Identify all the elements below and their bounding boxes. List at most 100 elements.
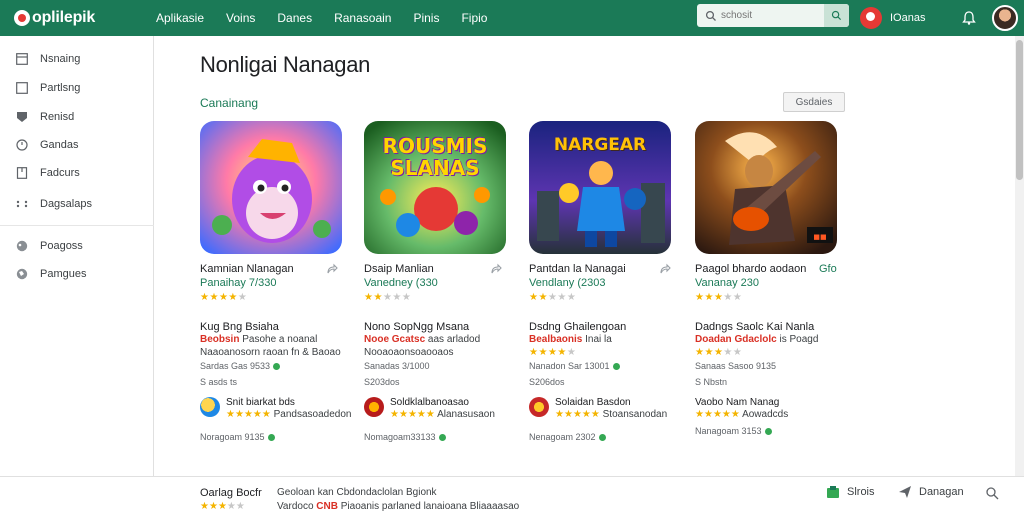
send-icon bbox=[899, 486, 911, 498]
app-thumbnail[interactable]: NARGEAR bbox=[529, 121, 671, 254]
meta-text: Nanagoam 3153 bbox=[695, 426, 762, 436]
sub-text: Stoansanodan bbox=[602, 409, 668, 420]
tag-line: Bealbaonis Inai la bbox=[529, 334, 612, 345]
star-icon: ★ bbox=[713, 292, 724, 303]
meta-text: Noragoam 9135 bbox=[200, 432, 265, 442]
meta-line: S206dos bbox=[529, 377, 565, 387]
app-title[interactable]: Pantdan la Nanagai bbox=[529, 263, 626, 275]
sidebar-item-nsnaing[interactable]: Nsnaing bbox=[16, 51, 80, 67]
meta-line: Nenagoam 2302 bbox=[529, 432, 606, 442]
star-icon: ★ bbox=[226, 501, 236, 512]
square-icon bbox=[16, 82, 28, 94]
app-card[interactable]: NARGEAR Pantdan la Nanagai Vendlany (230… bbox=[529, 121, 679, 451]
sub-item[interactable]: Soldklalbanoasao ★★★★★ Alanasusaon bbox=[364, 397, 495, 421]
sidebar-item-label: Renisd bbox=[40, 111, 75, 123]
star-icon: ★ bbox=[730, 409, 740, 420]
guitarist-art: ■■ bbox=[695, 121, 837, 254]
app-title[interactable]: Kamnian Nlanagan bbox=[200, 263, 294, 275]
tag-line: Doadan Gdaclolc is Poagd bbox=[695, 334, 818, 345]
sidebar-item-partlsng[interactable]: Partlsng bbox=[16, 80, 80, 96]
sub-text: Aowadcds bbox=[742, 409, 789, 420]
nav-item[interactable]: Voins bbox=[226, 11, 255, 25]
sub-title: Vaobo Nam Nanag bbox=[695, 397, 780, 408]
status-dot-icon bbox=[273, 363, 281, 371]
star-icon: ★ bbox=[723, 347, 733, 358]
star-icon: ★ bbox=[392, 292, 402, 303]
bottom-bar: Oarlag Bocfr Geoloan kan Cbdondaclolan B… bbox=[0, 476, 1024, 512]
sidebar-item-dagsalaps[interactable]: Dagsalaps bbox=[16, 196, 92, 212]
sidebar-item-fadcurs[interactable]: Fadcurs bbox=[16, 165, 80, 181]
app-card[interactable]: Kamnian Nlanagan Panaihay 7/330 ★★★★★ Ku… bbox=[200, 121, 351, 451]
app-logo[interactable]: oplilepik bbox=[14, 9, 134, 27]
document-icon bbox=[16, 167, 28, 179]
app-thumbnail[interactable] bbox=[200, 121, 342, 254]
logo-text: oplilepik bbox=[32, 9, 96, 26]
app-title[interactable]: Paagol bhardo aodaon bbox=[695, 263, 806, 275]
bottom-action-label: Danagan bbox=[919, 486, 964, 498]
nav-item[interactable]: Aplikasie bbox=[156, 11, 204, 25]
sidebar-item-renisd[interactable]: Renisd bbox=[16, 109, 74, 125]
nav-item[interactable]: Pinis bbox=[413, 11, 439, 25]
sub-title: Soldklalbanoasao bbox=[390, 397, 469, 408]
app-card[interactable]: ■■ Paagol bhardo aodaon Gfo Vananay 230 … bbox=[695, 121, 845, 451]
avatar[interactable] bbox=[992, 5, 1018, 31]
sidebar-item-pamgues[interactable]: Pamgues bbox=[16, 266, 86, 282]
sidebar-item-label: Pamgues bbox=[40, 268, 87, 280]
rating-stars: ★★★★★ bbox=[529, 292, 576, 303]
star-icon: ★ bbox=[555, 409, 564, 420]
art-text: ROUSMIS SLANAS bbox=[382, 134, 488, 180]
mascot-icon[interactable] bbox=[860, 7, 882, 29]
sidebar-item-label: Gandas bbox=[40, 139, 79, 151]
nav-item[interactable]: Ranasoain bbox=[334, 11, 391, 25]
meta-text: Sardas Gas 9533 bbox=[200, 361, 271, 371]
app-thumbnail[interactable]: ROUSMIS SLANAS bbox=[364, 121, 506, 254]
app-title[interactable]: Dsaip Manlian bbox=[364, 263, 434, 275]
nav-item[interactable]: Danes bbox=[277, 11, 312, 25]
share-label[interactable]: Gfo bbox=[819, 263, 837, 275]
star-icon: ★ bbox=[557, 347, 567, 358]
sub-item[interactable]: Snit biarkat bds ★★★★★ Pandsasoadedon bbox=[200, 397, 351, 421]
item-name[interactable]: Dsdng Ghailengoan bbox=[529, 321, 626, 333]
tag-detail: Inai la bbox=[585, 334, 612, 345]
item-name[interactable]: Nono SopNgg Msana bbox=[364, 321, 469, 333]
share-icon[interactable] bbox=[490, 263, 502, 275]
search-icon[interactable] bbox=[985, 486, 999, 500]
bell-icon[interactable] bbox=[960, 9, 978, 27]
sidebar-item-gandas[interactable]: Gandas bbox=[16, 137, 79, 153]
scrollbar[interactable] bbox=[1015, 36, 1024, 476]
item-name[interactable]: Kug Bng Bsiaha bbox=[200, 321, 279, 333]
sub-title: Solaidan Basdon bbox=[555, 397, 631, 408]
star-icon: ★ bbox=[234, 409, 244, 420]
bottom-action-2[interactable]: Danagan bbox=[898, 485, 964, 499]
sidebar-item-label: Fadcurs bbox=[40, 167, 80, 179]
app-thumbnail[interactable]: ■■ bbox=[695, 121, 837, 254]
sub-item[interactable]: Solaidan Basdon ★★★★★ Stoansanodan bbox=[529, 397, 667, 421]
details-button[interactable]: Gsdaies bbox=[783, 92, 845, 112]
section-label[interactable]: Canainang bbox=[200, 96, 258, 110]
sub-item[interactable]: Vaobo Nam Nanag ★★★★★ Aowadcds bbox=[695, 397, 788, 421]
app-card[interactable]: ROUSMIS SLANAS Dsaip Manlian Vanedney (3… bbox=[364, 121, 514, 451]
mascot-art bbox=[200, 121, 342, 254]
meta-line: S Nbstn bbox=[695, 377, 728, 387]
user-name[interactable]: IOanas bbox=[890, 12, 940, 24]
tag-detail: is Poagd bbox=[779, 334, 819, 345]
bottom-action-1[interactable]: Slrois bbox=[826, 485, 875, 499]
star-icon: ★ bbox=[713, 347, 724, 358]
bookmark-icon bbox=[827, 486, 839, 498]
rating-stars: ★★★★★ bbox=[200, 292, 247, 303]
sidebar-item-poagoss[interactable]: Poagoss bbox=[16, 238, 83, 254]
star-icon: ★ bbox=[547, 347, 558, 358]
art-text: NARGEAR bbox=[553, 135, 647, 155]
nav-item[interactable]: Fipio bbox=[461, 11, 487, 25]
star-icon: ★ bbox=[712, 409, 722, 420]
bottom-detail-post: Piaoanis parlaned lanaioana Bliaaaasao bbox=[340, 501, 520, 512]
bottom-title[interactable]: Oarlag Bocfr bbox=[200, 487, 262, 499]
search-button[interactable] bbox=[824, 4, 849, 27]
scroll-thumb[interactable] bbox=[1016, 40, 1023, 180]
share-icon[interactable] bbox=[326, 263, 338, 275]
search-input[interactable] bbox=[721, 10, 821, 21]
meta-line: Nanadon Sar 13001 bbox=[529, 361, 620, 371]
rating-stars: ★★★★★ bbox=[695, 292, 742, 303]
item-name[interactable]: Dadngs Saolc Kai Nanla bbox=[695, 321, 814, 333]
share-icon[interactable] bbox=[659, 263, 671, 275]
